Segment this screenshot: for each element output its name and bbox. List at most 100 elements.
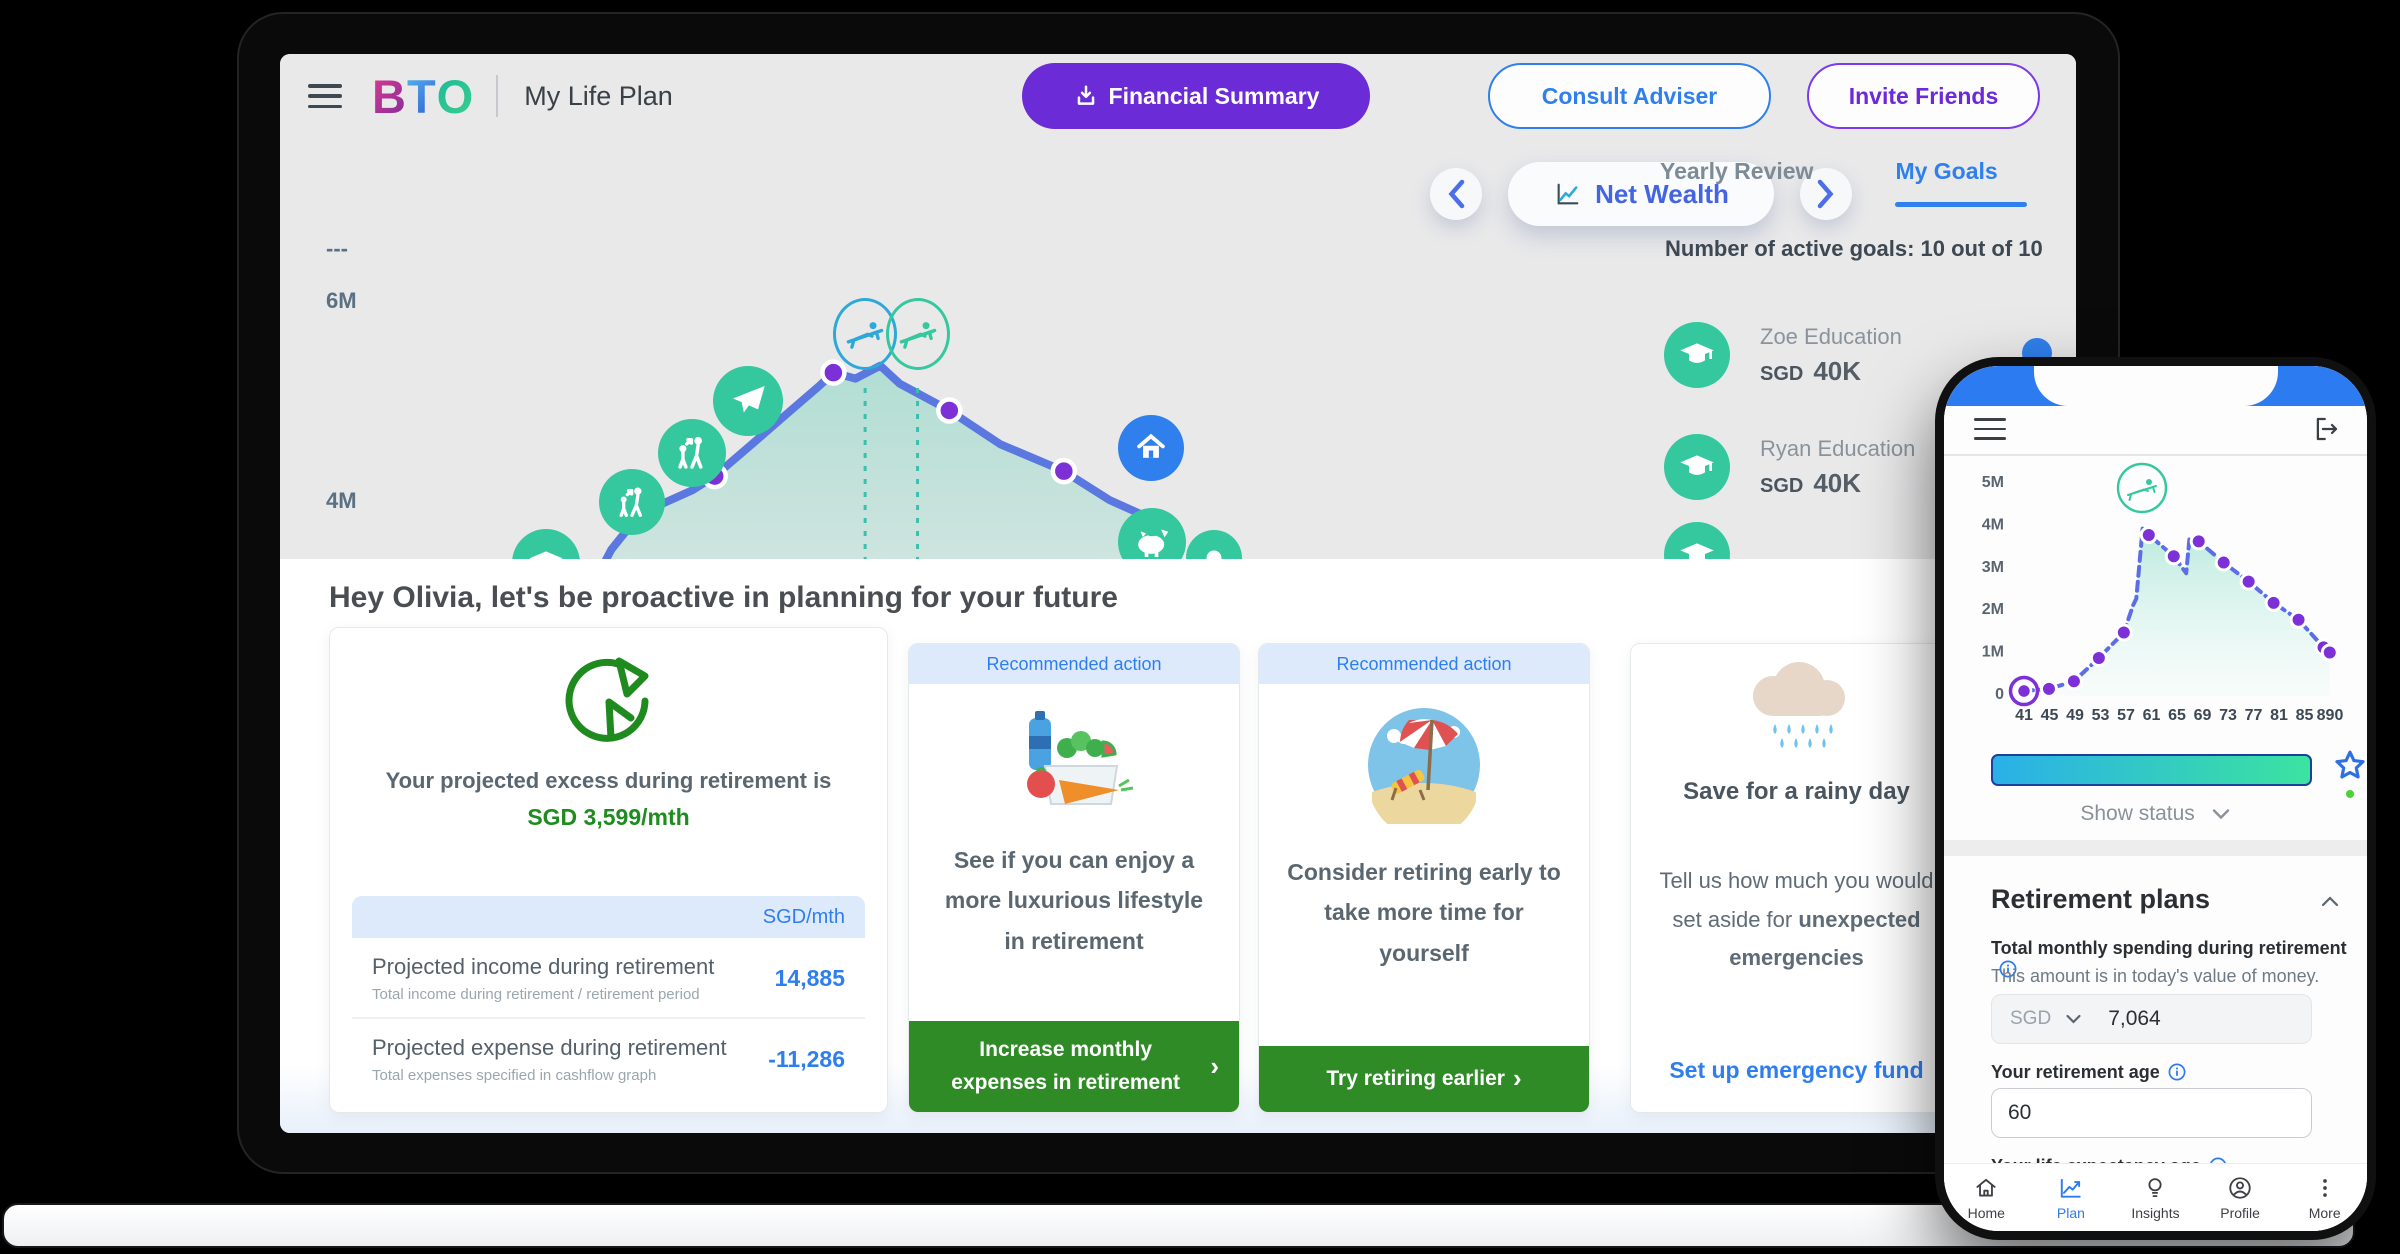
chevron-down-icon <box>2211 807 2231 821</box>
y-axis-tick: 6M <box>326 288 357 314</box>
financial-summary-button[interactable]: Financial Summary <box>1022 63 1370 129</box>
show-status-toggle[interactable]: Show status <box>1944 802 2367 826</box>
info-icon[interactable] <box>2168 1063 2186 1086</box>
rain-cloud-icon <box>1631 660 1962 756</box>
net-wealth-chart-panel: --- 6M 4M <box>280 138 2076 608</box>
svg-text:61: 61 <box>2143 707 2161 724</box>
excess-table: SGD/mth Projected income during retireme… <box>352 896 865 1092</box>
rainy-text: Tell us how much you would set aside for… <box>1631 862 1962 978</box>
nav-item-home[interactable]: Home <box>1944 1164 2029 1231</box>
recommended-badge: Recommended action <box>1259 644 1589 684</box>
row-title: Projected income during retirement <box>372 954 714 980</box>
retirement-age-label-text: Your retirement age <box>1991 1062 2160 1082</box>
tab-my-goals[interactable]: My Goals <box>1895 158 1997 199</box>
nav-item-more[interactable]: More <box>2282 1164 2367 1231</box>
chevron-down-icon <box>2065 1013 2082 1025</box>
logo-letter: O <box>437 69 475 124</box>
button-label: Consult Adviser <box>1542 83 1718 110</box>
svg-text:73: 73 <box>2219 707 2237 724</box>
home-icon[interactable] <box>1118 415 1184 481</box>
try-retiring-earlier-button[interactable]: Try retiring earlier › <box>1259 1046 1589 1112</box>
airplane-icon[interactable] <box>713 366 783 436</box>
svg-text:890: 890 <box>2317 707 2344 724</box>
row-value: 14,885 <box>775 965 845 992</box>
divider <box>1944 454 2367 456</box>
svg-text:45: 45 <box>2041 707 2059 724</box>
phone-notch <box>2034 366 2278 406</box>
groceries-icon <box>909 708 1239 812</box>
graduation-cap-icon <box>1664 322 1730 388</box>
recommended-action-card: Recommended action <box>1258 643 1590 1113</box>
pie-chart-icon <box>330 654 887 750</box>
goal-list-item[interactable]: Ryan Education SGD40K <box>1664 434 1915 500</box>
download-icon <box>1073 83 1099 109</box>
more-dots-icon <box>2312 1175 2338 1201</box>
goal-list-item[interactable]: Zoe Education SGD40K <box>1664 322 1902 388</box>
parent-child-icon[interactable] <box>599 469 665 535</box>
beach-umbrella-icon <box>1259 706 1589 824</box>
row-subtitle: Total expenses specified in cashflow gra… <box>372 1067 727 1084</box>
row-subtitle: Total income during retirement / retirem… <box>372 986 714 1003</box>
tab-yearly-review[interactable]: Yearly Review <box>1660 158 1813 199</box>
insights-title: Hey Olivia, let's be proactive in planni… <box>329 581 1118 615</box>
logout-icon[interactable] <box>2311 414 2341 449</box>
cta-label: Increase monthly expenses in retirement <box>929 1033 1202 1100</box>
notification-dot <box>2346 790 2354 798</box>
goal-amount: 40K <box>1813 468 1861 498</box>
retirement-age-input[interactable]: 60 <box>1991 1088 2312 1138</box>
consult-adviser-button[interactable]: Consult Adviser <box>1488 63 1771 129</box>
action-text: See if you can enjoy a more luxurious li… <box>909 840 1239 961</box>
sunbed-icon[interactable] <box>886 298 950 370</box>
nav-label: Insights <box>2131 1205 2179 1221</box>
graduation-cap-icon <box>1664 434 1730 500</box>
nav-item-plan[interactable]: Plan <box>2029 1164 2114 1231</box>
chevron-up-icon[interactable] <box>2319 894 2341 913</box>
svg-text:49: 49 <box>2066 707 2084 724</box>
spending-input[interactable]: SGD 7,064 <box>1991 994 2312 1044</box>
svg-text:69: 69 <box>2194 707 2212 724</box>
rainy-title: Save for a rainy day <box>1631 778 1962 806</box>
svg-text:41: 41 <box>2015 707 2033 724</box>
spending-value: 7,064 <box>2108 1007 2161 1031</box>
table-row: Projected income during retirement Total… <box>352 938 865 1017</box>
goal-amount: 40K <box>1813 356 1861 386</box>
mobile-top-nav <box>1944 406 2367 454</box>
invite-friends-button[interactable]: Invite Friends <box>1807 63 2040 129</box>
svg-text:77: 77 <box>2245 707 2263 724</box>
svg-text:53: 53 <box>2092 707 2110 724</box>
mockup-scene: --- 6M 4M <box>0 0 2400 1254</box>
mobile-screen: 4145495357616569737781858905M4M3M2M1M0 <box>1944 366 2367 1231</box>
bto-logo: BTO <box>372 69 474 124</box>
nav-item-insights[interactable]: Insights <box>2113 1164 2198 1231</box>
page-title: My Life Plan <box>524 81 673 112</box>
goal-name: Zoe Education <box>1760 324 1902 350</box>
excess-amount: SGD 3,599/mth <box>330 804 887 831</box>
status-progress-bar[interactable] <box>1991 754 2312 786</box>
divider <box>496 75 498 117</box>
excess-intro: Your projected excess during retirement … <box>330 768 887 794</box>
logo-letter: B <box>372 69 407 124</box>
nav-label: Profile <box>2220 1205 2260 1221</box>
right-panel-tabs: Yearly Review My Goals <box>1660 158 1998 199</box>
hamburger-icon[interactable] <box>1974 418 2006 440</box>
home-icon <box>1973 1175 1999 1201</box>
y-axis-tick: --- <box>326 236 348 262</box>
chart-prev-button[interactable] <box>1430 168 1482 220</box>
row-value: -11,286 <box>768 1046 845 1073</box>
button-label: Invite Friends <box>1849 83 1999 110</box>
nav-label: More <box>2309 1205 2341 1221</box>
app-window: --- 6M 4M <box>280 54 2076 1133</box>
increase-expenses-button[interactable]: Increase monthly expenses in retirement … <box>909 1021 1239 1112</box>
nav-item-profile[interactable]: Profile <box>2198 1164 2283 1231</box>
star-icon[interactable] <box>2332 748 2367 789</box>
set-up-emergency-fund-link[interactable]: Set up emergency fund <box>1631 1057 1962 1084</box>
nav-label: Home <box>1968 1205 2005 1221</box>
active-tab-underline <box>1895 202 2027 207</box>
recommended-action-card: Recommended action See if you can enjoy … <box>908 643 1240 1113</box>
rainy-day-card: Save for a rainy day Tell us how much yo… <box>1630 643 1963 1113</box>
hamburger-icon[interactable] <box>308 84 342 108</box>
parent-child-icon[interactable] <box>658 419 726 487</box>
svg-text:1M: 1M <box>1982 644 2004 661</box>
retirement-plans-title: Retirement plans <box>1991 884 2210 915</box>
currency-select[interactable]: SGD <box>2010 1008 2051 1030</box>
